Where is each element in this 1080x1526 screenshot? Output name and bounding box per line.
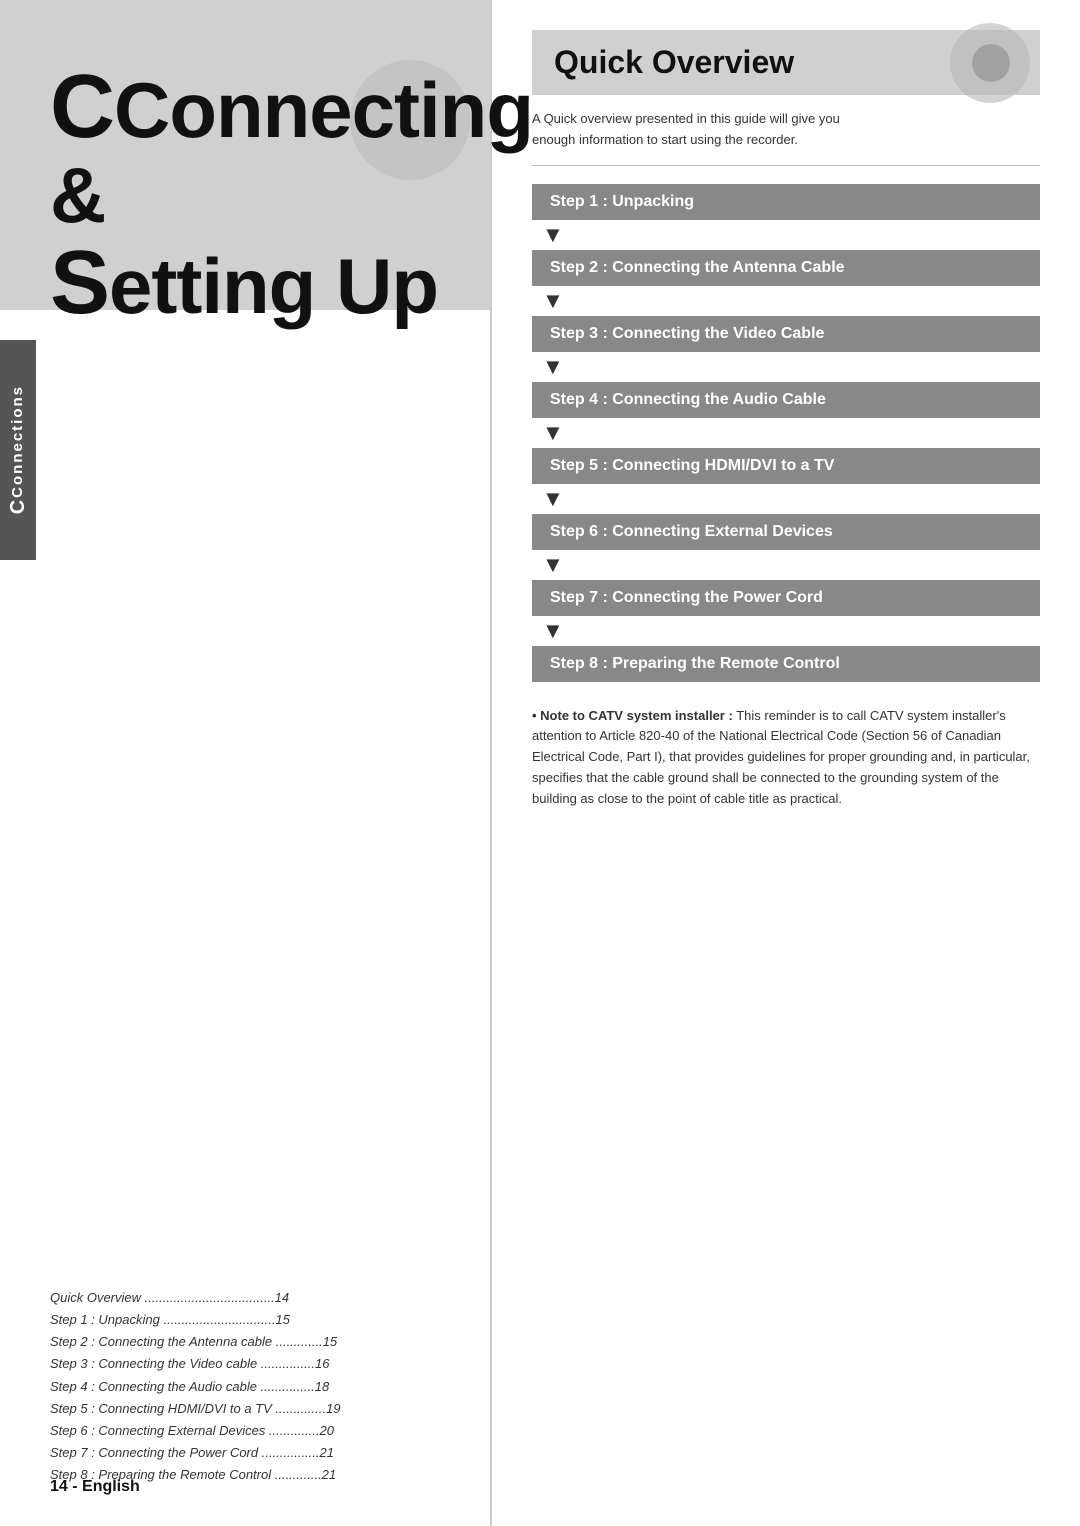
page-container: CConnecting & Setting Up CConnections Qu… (0, 0, 1080, 1526)
step-4-label: Step 4 : Connecting the Audio Cable (550, 391, 826, 408)
toc-item: Step 6 : Connecting External Devices ...… (50, 1420, 440, 1442)
arrow-down-2: ▼ (542, 290, 1040, 312)
step-bar-4: Step 4 : Connecting the Audio Cable (532, 382, 1040, 418)
connections-tab-label: CConnections (7, 385, 30, 514)
arrow-down-1: ▼ (542, 224, 1040, 246)
toc-item: Step 7 : Connecting the Power Cord .....… (50, 1442, 440, 1464)
header-circle-inner (972, 44, 1010, 82)
note-bold-label: Note to CATV system installer : (540, 708, 733, 723)
quick-overview-header: Quick Overview (532, 30, 1040, 95)
note-section: • Note to CATV system installer : This r… (532, 706, 1040, 810)
step-6-label: Step 6 : Connecting External Devices (550, 523, 833, 540)
arrow-down-7: ▼ (542, 620, 1040, 642)
main-title: CConnecting & Setting Up (50, 60, 533, 331)
arrow-down-5: ▼ (542, 488, 1040, 510)
arrow-down-3: ▼ (542, 356, 1040, 378)
toc-item: Step 3 : Connecting the Video cable ....… (50, 1353, 440, 1375)
overview-description: A Quick overview presented in this guide… (532, 109, 1040, 166)
step-bar-1: Step 1 : Unpacking (532, 184, 1040, 220)
step-5-label: Step 5 : Connecting HDMI/DVI to a TV (550, 457, 834, 474)
title-line2: Setting Up (50, 236, 533, 331)
quick-overview-title: Quick Overview (554, 44, 794, 81)
step-2-label: Step 2 : Connecting the Antenna Cable (550, 259, 845, 276)
title-line1: CConnecting & (50, 60, 533, 236)
page-number: 14 - English (50, 1478, 140, 1496)
step-bar-6: Step 6 : Connecting External Devices (532, 514, 1040, 550)
table-of-contents: Quick Overview .........................… (0, 507, 490, 1526)
step-bar-5: Step 5 : Connecting HDMI/DVI to a TV (532, 448, 1040, 484)
note-prefix: • (532, 708, 540, 723)
arrow-down-4: ▼ (542, 422, 1040, 444)
toc-item: Step 2 : Connecting the Antenna cable ..… (50, 1331, 440, 1353)
right-panel: Quick Overview A Quick overview presente… (492, 0, 1080, 1526)
step-7-label: Step 7 : Connecting the Power Cord (550, 589, 823, 606)
toc-item: Quick Overview .........................… (50, 1287, 440, 1309)
step-8-label: Step 8 : Preparing the Remote Control (550, 655, 840, 672)
left-panel: CConnecting & Setting Up CConnections Qu… (0, 0, 490, 1526)
step-1-label: Step 1 : Unpacking (550, 193, 694, 210)
steps-container: Step 1 : Unpacking ▼ Step 2 : Connecting… (532, 184, 1040, 682)
step-bar-8: Step 8 : Preparing the Remote Control (532, 646, 1040, 682)
connections-tab: CConnections (0, 340, 36, 560)
toc-item: Step 5 : Connecting HDMI/DVI to a TV ...… (50, 1398, 440, 1420)
toc-item: Step 1 : Unpacking .....................… (50, 1309, 440, 1331)
step-3-label: Step 3 : Connecting the Video Cable (550, 325, 824, 342)
step-bar-3: Step 3 : Connecting the Video Cable (532, 316, 1040, 352)
step-bar-7: Step 7 : Connecting the Power Cord (532, 580, 1040, 616)
arrow-down-6: ▼ (542, 554, 1040, 576)
step-bar-2: Step 2 : Connecting the Antenna Cable (532, 250, 1040, 286)
toc-item: Step 4 : Connecting the Audio cable ....… (50, 1376, 440, 1398)
